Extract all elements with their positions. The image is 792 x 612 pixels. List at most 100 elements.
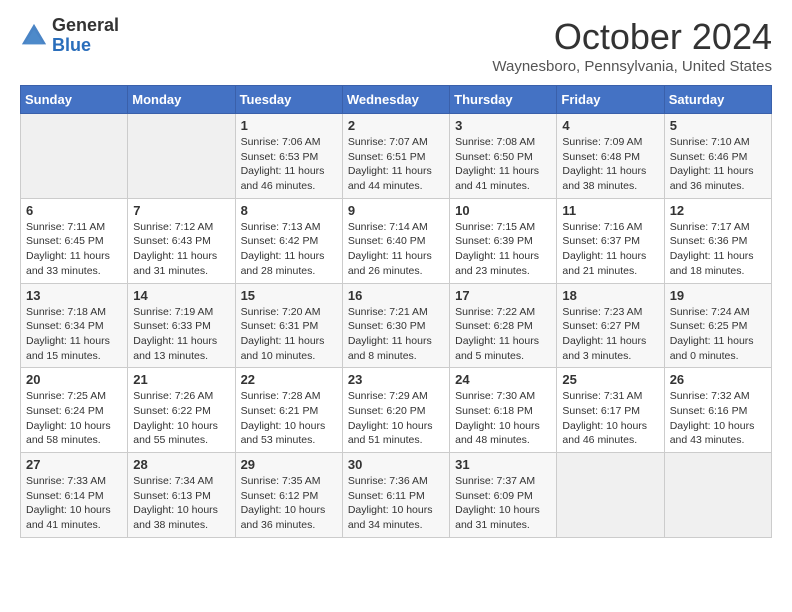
day-info: Sunrise: 7:33 AM Sunset: 6:14 PM Dayligh… — [26, 474, 122, 533]
day-cell — [21, 114, 128, 199]
week-row-3: 20Sunrise: 7:25 AM Sunset: 6:24 PM Dayli… — [21, 368, 772, 453]
day-cell — [557, 453, 664, 538]
day-number: 8 — [241, 203, 337, 218]
page: General Blue October 2024 Waynesboro, Pe… — [0, 0, 792, 554]
day-cell: 19 Sunrise: 7:24 AM Sunset: 6:25 PM Dayli… — [664, 283, 771, 368]
day-number: 5 — [670, 118, 766, 133]
day-cell: 22 Sunrise: 7:28 AM Sunset: 6:21 PM Dayli… — [235, 368, 342, 453]
day-cell: 28Sunrise: 7:34 AM Sunset: 6:13 PM Dayli… — [128, 453, 235, 538]
day-cell: 1Sunrise: 7:06 AM Sunset: 6:53 PM Daylig… — [235, 114, 342, 199]
day-cell: 8 Sunrise: 7:13 AM Sunset: 6:42 PM Daylig… — [235, 198, 342, 283]
day-cell: 23 Sunrise: 7:29 AM Sunset: 6:20 PM Dayli… — [342, 368, 449, 453]
col-header-monday: Monday — [128, 86, 235, 114]
day-cell: 2Sunrise: 7:07 AM Sunset: 6:51 PM Daylig… — [342, 114, 449, 199]
day-info: Sunrise: 7:21 AM Sunset: 6:30 PM Dayligh… — [348, 305, 444, 364]
day-info: Sunrise: 7:16 AM Sunset: 6:37 PM Dayligh… — [562, 220, 658, 279]
day-info: Sunrise: 7:17 AM Sunset: 6:36 PM Dayligh… — [670, 220, 766, 279]
day-number: 6 — [26, 203, 122, 218]
day-info: Sunrise: 7:10 AM Sunset: 6:46 PM Dayligh… — [670, 135, 766, 194]
day-info: Sunrise: 7:13 AM Sunset: 6:42 PM Dayligh… — [241, 220, 337, 279]
day-number: 11 — [562, 203, 658, 218]
day-info: Sunrise: 7:09 AM Sunset: 6:48 PM Dayligh… — [562, 135, 658, 194]
title-block: October 2024 Waynesboro, Pennsylvania, U… — [492, 16, 772, 75]
day-info: Sunrise: 7:19 AM Sunset: 6:33 PM Dayligh… — [133, 305, 229, 364]
day-info: Sunrise: 7:12 AM Sunset: 6:43 PM Dayligh… — [133, 220, 229, 279]
day-number: 26 — [670, 372, 766, 387]
header-row: SundayMondayTuesdayWednesdayThursdayFrid… — [21, 86, 772, 114]
col-header-thursday: Thursday — [450, 86, 557, 114]
day-number: 17 — [455, 288, 551, 303]
logo-text: General Blue — [52, 16, 119, 56]
col-header-tuesday: Tuesday — [235, 86, 342, 114]
logo-icon — [20, 22, 48, 50]
day-number: 10 — [455, 203, 551, 218]
week-row-1: 6 Sunrise: 7:11 AM Sunset: 6:45 PM Daylig… — [21, 198, 772, 283]
day-cell: 7 Sunrise: 7:12 AM Sunset: 6:43 PM Daylig… — [128, 198, 235, 283]
day-cell: 5 Sunrise: 7:10 AM Sunset: 6:46 PM Daylig… — [664, 114, 771, 199]
day-info: Sunrise: 7:06 AM Sunset: 6:53 PM Dayligh… — [241, 135, 337, 194]
day-cell: 27 Sunrise: 7:33 AM Sunset: 6:14 PM Dayli… — [21, 453, 128, 538]
day-cell: 18Sunrise: 7:23 AM Sunset: 6:27 PM Dayli… — [557, 283, 664, 368]
day-info: Sunrise: 7:22 AM Sunset: 6:28 PM Dayligh… — [455, 305, 551, 364]
day-info: Sunrise: 7:18 AM Sunset: 6:34 PM Dayligh… — [26, 305, 122, 364]
day-info: Sunrise: 7:35 AM Sunset: 6:12 PM Dayligh… — [241, 474, 337, 533]
day-cell — [664, 453, 771, 538]
day-cell: 4Sunrise: 7:09 AM Sunset: 6:48 PM Daylig… — [557, 114, 664, 199]
day-number: 2 — [348, 118, 444, 133]
day-cell: 21 Sunrise: 7:26 AM Sunset: 6:22 PM Dayli… — [128, 368, 235, 453]
day-cell: 26Sunrise: 7:32 AM Sunset: 6:16 PM Dayli… — [664, 368, 771, 453]
day-info: Sunrise: 7:30 AM Sunset: 6:18 PM Dayligh… — [455, 389, 551, 448]
day-number: 25 — [562, 372, 658, 387]
col-header-friday: Friday — [557, 86, 664, 114]
day-number: 7 — [133, 203, 229, 218]
location: Waynesboro, Pennsylvania, United States — [492, 58, 772, 75]
day-info: Sunrise: 7:28 AM Sunset: 6:21 PM Dayligh… — [241, 389, 337, 448]
day-number: 22 — [241, 372, 337, 387]
day-number: 3 — [455, 118, 551, 133]
day-number: 16 — [348, 288, 444, 303]
day-cell: 12 Sunrise: 7:17 AM Sunset: 6:36 PM Dayli… — [664, 198, 771, 283]
day-cell: 25 Sunrise: 7:31 AM Sunset: 6:17 PM Dayli… — [557, 368, 664, 453]
day-number: 23 — [348, 372, 444, 387]
day-number: 27 — [26, 457, 122, 472]
day-cell: 31Sunrise: 7:37 AM Sunset: 6:09 PM Dayli… — [450, 453, 557, 538]
day-cell: 29 Sunrise: 7:35 AM Sunset: 6:12 PM Dayli… — [235, 453, 342, 538]
logo-general: General — [52, 16, 119, 36]
day-number: 21 — [133, 372, 229, 387]
day-number: 9 — [348, 203, 444, 218]
day-number: 29 — [241, 457, 337, 472]
day-info: Sunrise: 7:29 AM Sunset: 6:20 PM Dayligh… — [348, 389, 444, 448]
day-info: Sunrise: 7:37 AM Sunset: 6:09 PM Dayligh… — [455, 474, 551, 533]
day-info: Sunrise: 7:14 AM Sunset: 6:40 PM Dayligh… — [348, 220, 444, 279]
day-info: Sunrise: 7:24 AM Sunset: 6:25 PM Dayligh… — [670, 305, 766, 364]
day-cell: 10 Sunrise: 7:15 AM Sunset: 6:39 PM Dayli… — [450, 198, 557, 283]
day-info: Sunrise: 7:31 AM Sunset: 6:17 PM Dayligh… — [562, 389, 658, 448]
week-row-2: 13 Sunrise: 7:18 AM Sunset: 6:34 PM Dayli… — [21, 283, 772, 368]
month-title: October 2024 — [492, 16, 772, 58]
day-number: 15 — [241, 288, 337, 303]
logo: General Blue — [20, 16, 119, 56]
week-row-4: 27 Sunrise: 7:33 AM Sunset: 6:14 PM Dayli… — [21, 453, 772, 538]
day-cell: 6 Sunrise: 7:11 AM Sunset: 6:45 PM Daylig… — [21, 198, 128, 283]
day-number: 24 — [455, 372, 551, 387]
day-number: 12 — [670, 203, 766, 218]
day-info: Sunrise: 7:20 AM Sunset: 6:31 PM Dayligh… — [241, 305, 337, 364]
day-cell: 24 Sunrise: 7:30 AM Sunset: 6:18 PM Dayli… — [450, 368, 557, 453]
day-cell: 11 Sunrise: 7:16 AM Sunset: 6:37 PM Dayli… — [557, 198, 664, 283]
day-cell: 20Sunrise: 7:25 AM Sunset: 6:24 PM Dayli… — [21, 368, 128, 453]
day-cell — [128, 114, 235, 199]
day-cell: 13 Sunrise: 7:18 AM Sunset: 6:34 PM Dayli… — [21, 283, 128, 368]
day-info: Sunrise: 7:08 AM Sunset: 6:50 PM Dayligh… — [455, 135, 551, 194]
day-info: Sunrise: 7:15 AM Sunset: 6:39 PM Dayligh… — [455, 220, 551, 279]
day-info: Sunrise: 7:23 AM Sunset: 6:27 PM Dayligh… — [562, 305, 658, 364]
day-number: 19 — [670, 288, 766, 303]
day-number: 30 — [348, 457, 444, 472]
calendar-table: SundayMondayTuesdayWednesdayThursdayFrid… — [20, 85, 772, 538]
day-cell: 16 Sunrise: 7:21 AM Sunset: 6:30 PM Dayli… — [342, 283, 449, 368]
col-header-sunday: Sunday — [21, 86, 128, 114]
day-info: Sunrise: 7:26 AM Sunset: 6:22 PM Dayligh… — [133, 389, 229, 448]
day-info: Sunrise: 7:11 AM Sunset: 6:45 PM Dayligh… — [26, 220, 122, 279]
day-number: 13 — [26, 288, 122, 303]
day-cell: 17 Sunrise: 7:22 AM Sunset: 6:28 PM Dayli… — [450, 283, 557, 368]
header: General Blue October 2024 Waynesboro, Pe… — [20, 16, 772, 75]
